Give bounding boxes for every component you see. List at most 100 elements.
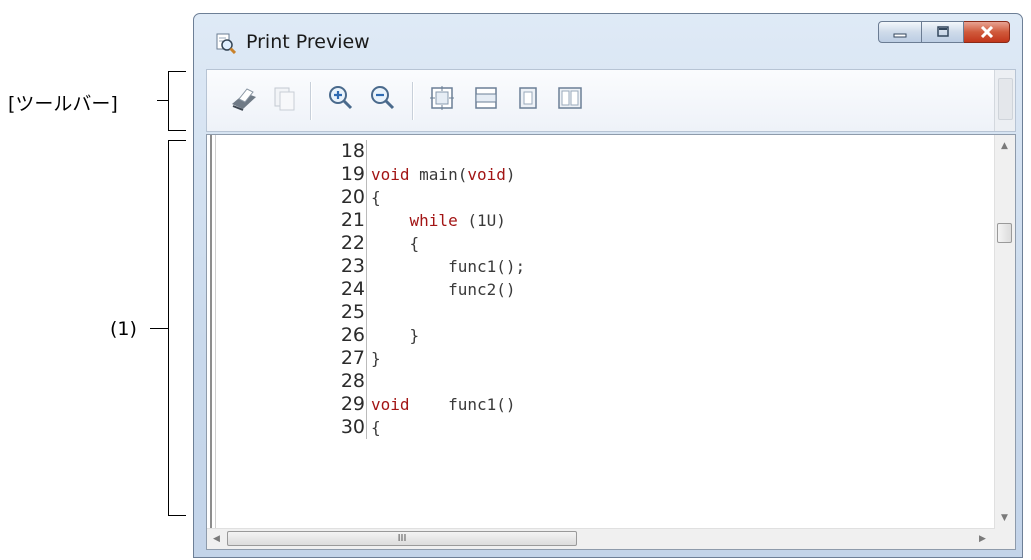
code-text: { <box>371 188 381 207</box>
line-number: 21 <box>340 209 365 231</box>
code-line: 22 { <box>327 232 525 255</box>
code-text: (1U) <box>457 211 506 230</box>
zoom-out-icon <box>368 84 396 116</box>
caption-buttons <box>878 21 1010 43</box>
line-number: 19 <box>340 163 365 185</box>
code-line: 18 <box>327 140 525 163</box>
close-icon <box>980 23 994 42</box>
line-number-separator <box>366 416 367 439</box>
code-line: 21 while (1U) <box>327 209 525 232</box>
toolbar-separator <box>310 82 312 120</box>
page-edge <box>210 135 216 531</box>
toolbar <box>206 69 1016 132</box>
code-keyword: void <box>371 395 410 414</box>
line-number: 30 <box>340 416 365 438</box>
title-bar[interactable]: Print Preview <box>194 14 1022 64</box>
line-number: 23 <box>340 255 365 277</box>
print-preview-window: Print Preview 18 19 void main(void) 20 {… <box>193 13 1023 558</box>
print-button[interactable] <box>229 85 259 115</box>
line-number-separator <box>366 186 367 209</box>
minimize-button[interactable] <box>878 21 922 43</box>
code-line: 23 func1(); <box>327 255 525 278</box>
horizontal-scrollbar[interactable]: ◀ III ▶ <box>207 528 995 549</box>
area-annotation-tick <box>150 328 168 329</box>
line-number: 28 <box>340 370 365 392</box>
fit-page-button[interactable] <box>427 85 457 115</box>
code-text: func1() <box>409 395 516 414</box>
line-number-separator <box>366 232 367 255</box>
single-page-icon <box>515 85 541 115</box>
single-page-button[interactable] <box>513 85 543 115</box>
toolbar-annotation-bracket <box>168 71 186 131</box>
code-keyword: while <box>409 211 458 230</box>
line-number: 29 <box>340 393 365 415</box>
fit-width-icon <box>473 85 499 115</box>
code-text: } <box>371 326 420 345</box>
code-listing: 18 19 void main(void) 20{21 while (1U) 22 {2… <box>327 140 525 439</box>
code-text: func1(); <box>371 257 526 276</box>
line-number-separator <box>366 278 367 301</box>
code-text: } <box>371 349 381 368</box>
close-button[interactable] <box>964 21 1010 43</box>
code-keyword: void <box>467 165 506 184</box>
scroll-corner <box>995 529 1015 549</box>
code-text: { <box>371 418 381 437</box>
code-line: 26 } <box>327 324 525 347</box>
line-number: 24 <box>340 278 365 300</box>
code-text: main( <box>409 165 468 184</box>
line-number: 26 <box>340 324 365 346</box>
zoom-in-icon <box>326 84 354 116</box>
line-number-separator <box>366 324 367 347</box>
copy-button[interactable] <box>269 85 299 115</box>
line-number: 22 <box>340 232 365 254</box>
two-pages-icon <box>557 85 583 115</box>
preview-area[interactable]: 18 19 void main(void) 20{21 while (1U) 22 {2… <box>206 134 1016 550</box>
line-number: 20 <box>340 186 365 208</box>
line-number-separator <box>366 209 367 232</box>
copy-icon <box>271 84 297 116</box>
scroll-left-icon[interactable]: ◀ <box>213 534 220 544</box>
area-annotation-bracket <box>168 140 186 516</box>
minimize-icon <box>893 23 907 42</box>
maximize-icon <box>936 23 950 42</box>
scroll-down-icon[interactable]: ▼ <box>1001 513 1008 523</box>
maximize-button[interactable] <box>922 21 964 43</box>
code-keyword: void <box>371 165 410 184</box>
area-annotation-label: (1) <box>110 318 137 340</box>
scroll-up-icon[interactable]: ▲ <box>1001 141 1008 151</box>
line-number: 18 <box>340 140 365 162</box>
code-line: 20 { <box>327 186 525 209</box>
code-line: 29 void func1() <box>327 393 525 416</box>
toolbar-annotation-label: [ツールバー] <box>8 93 118 115</box>
line-number-separator <box>366 301 367 324</box>
vertical-scrollbar[interactable]: ▲ ▼ <box>994 135 1015 531</box>
zoom-out-button[interactable] <box>367 85 397 115</box>
zoom-in-button[interactable] <box>325 85 355 115</box>
code-text: ) <box>505 165 516 184</box>
horizontal-scroll-thumb[interactable]: III <box>227 531 577 546</box>
window-title: Print Preview <box>246 31 370 53</box>
vertical-scroll-thumb[interactable] <box>997 223 1012 243</box>
line-number: 25 <box>340 301 365 323</box>
print-icon <box>229 84 259 116</box>
code-line: 30 { <box>327 416 525 439</box>
code-line: 24 func2() <box>327 278 525 301</box>
fit-width-button[interactable] <box>471 85 501 115</box>
scroll-right-icon[interactable]: ▶ <box>979 534 986 544</box>
toolbar-scrollbar[interactable] <box>994 70 1015 131</box>
scroll-grip: III <box>397 533 407 544</box>
toolbar-annotation-tick <box>157 100 168 101</box>
line-number-separator <box>366 347 367 370</box>
print-preview-icon <box>214 32 237 55</box>
code-line: 25 <box>327 301 525 324</box>
code-line: 28 <box>327 370 525 393</box>
fit-page-icon <box>429 85 455 115</box>
line-number-separator <box>366 140 367 163</box>
line-number-separator <box>366 393 367 416</box>
code-text: { <box>371 234 420 253</box>
toolbar-separator <box>412 82 414 120</box>
two-pages-button[interactable] <box>555 85 585 115</box>
line-number-separator <box>366 163 367 186</box>
toolbar-scroll-thumb[interactable] <box>998 78 1013 120</box>
